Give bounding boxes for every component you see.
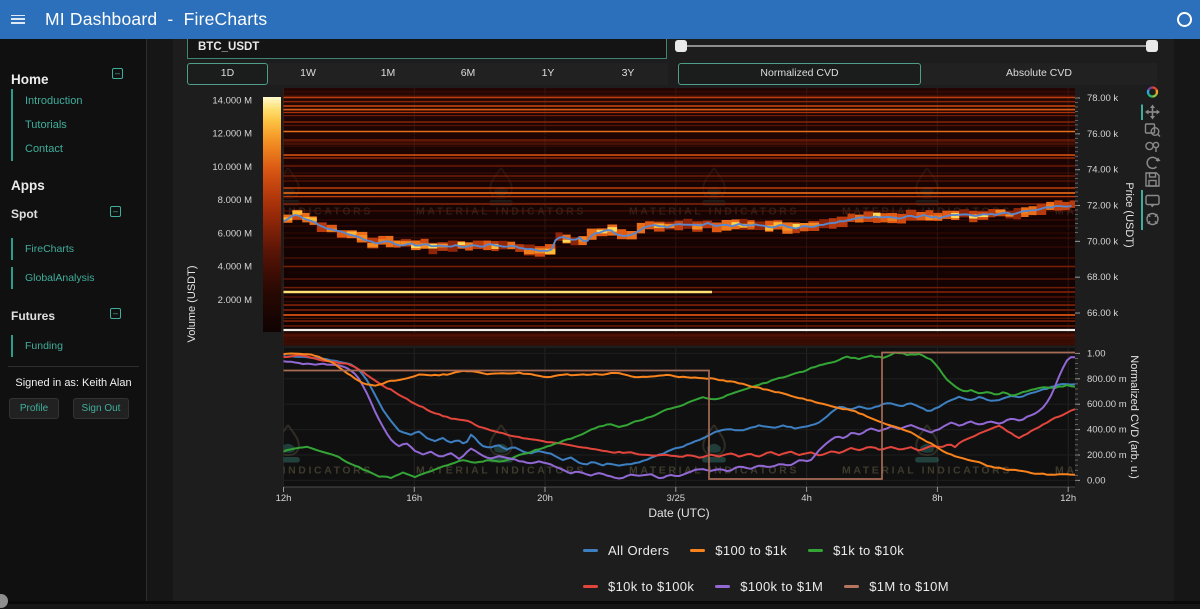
svg-text:Normalized CVD (arb. u.): Normalized CVD (arb. u.)	[1128, 355, 1140, 478]
svg-text:Price (USDT): Price (USDT)	[1123, 182, 1135, 247]
svg-text:4.000 M: 4.000 M	[218, 262, 252, 273]
svg-text:76.00 k: 76.00 k	[1087, 129, 1118, 140]
svg-text:MATERIAL INDICATORS: MATERIAL INDICATORS	[203, 465, 373, 477]
svg-text:3/25: 3/25	[667, 493, 686, 504]
svg-text:10.000 M: 10.000 M	[212, 162, 252, 173]
svg-text:14.000 M: 14.000 M	[212, 95, 252, 106]
svg-text:Date (UTC): Date (UTC)	[648, 506, 709, 520]
svg-text:8.000 M: 8.000 M	[218, 195, 252, 206]
svg-text:70.00 k: 70.00 k	[1087, 236, 1118, 247]
svg-text:400.00 m: 400.00 m	[1087, 425, 1127, 436]
svg-text:0.00: 0.00	[1087, 475, 1106, 486]
svg-text:74.00 k: 74.00 k	[1087, 165, 1118, 176]
svg-text:12h: 12h	[1060, 493, 1076, 504]
svg-text:78.00 k: 78.00 k	[1087, 93, 1118, 104]
svg-text:16h: 16h	[406, 493, 422, 504]
svg-text:8h: 8h	[932, 493, 943, 504]
svg-text:12h: 12h	[276, 493, 292, 504]
svg-text:600.00 m: 600.00 m	[1087, 399, 1127, 410]
svg-text:2.000 M: 2.000 M	[218, 295, 252, 306]
svg-text:4h: 4h	[801, 493, 812, 504]
svg-text:1.00: 1.00	[1087, 348, 1106, 359]
svg-text:200.00 m: 200.00 m	[1087, 450, 1127, 461]
svg-text:72.00 k: 72.00 k	[1087, 201, 1118, 212]
svg-text:20h: 20h	[537, 493, 553, 504]
svg-text:66.00 k: 66.00 k	[1087, 308, 1118, 319]
svg-text:6.000 M: 6.000 M	[218, 228, 252, 239]
svg-text:Volume (USDT): Volume (USDT)	[186, 265, 198, 342]
svg-text:12.000 M: 12.000 M	[212, 129, 252, 140]
svg-text:68.00 k: 68.00 k	[1087, 272, 1118, 283]
svg-text:800.00 m: 800.00 m	[1087, 374, 1127, 385]
